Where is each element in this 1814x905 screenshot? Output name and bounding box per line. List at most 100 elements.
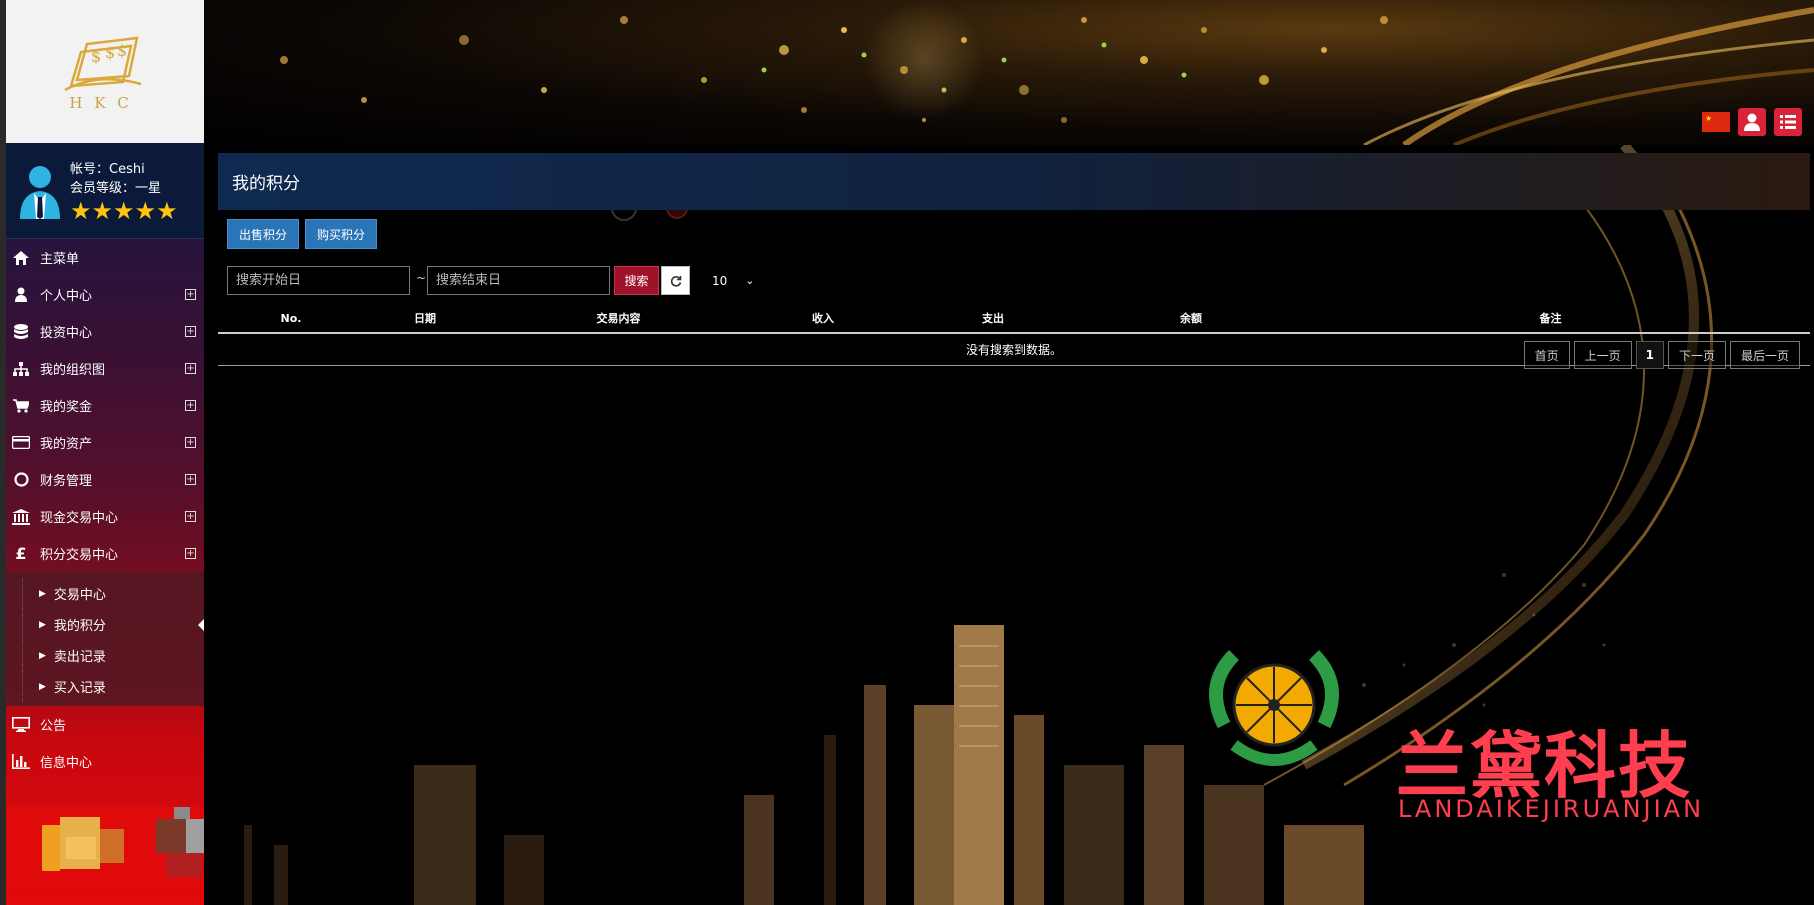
table-header-row: No. 日期 交易内容 收入 支出 余额 备注 bbox=[218, 304, 1810, 334]
nav-item-label: 我的资产 bbox=[40, 437, 93, 452]
column-header[interactable]: No. bbox=[218, 304, 364, 334]
pagination: 首页 上一页 1 下一页 最后一页 bbox=[1523, 341, 1800, 369]
end-date-input[interactable] bbox=[427, 266, 610, 295]
header-banner: ★ bbox=[204, 0, 1814, 145]
page-size-select[interactable]: 10 ⌄ bbox=[696, 266, 758, 295]
start-date-input[interactable] bbox=[227, 266, 410, 295]
nav-item-my-bonus[interactable]: 我的奖金 + bbox=[6, 387, 204, 424]
expand-icon[interactable]: + bbox=[185, 474, 196, 485]
nav-item-label: 我的奖金 bbox=[40, 400, 93, 415]
buy-points-button[interactable]: 购买积分 bbox=[305, 219, 378, 249]
expand-icon[interactable]: + bbox=[185, 548, 196, 559]
nav-item-investment-center[interactable]: 投资中心 + bbox=[6, 313, 204, 350]
nav-item-info-center[interactable]: 信息中心 bbox=[6, 743, 204, 780]
user-panel: 帐号：Ceshi 会员等级：一星 ★★★★★ bbox=[6, 143, 204, 239]
bank-icon bbox=[10, 508, 32, 526]
search-button[interactable]: 搜索 bbox=[614, 266, 659, 295]
nav-item-org-chart[interactable]: 我的组织图 + bbox=[6, 350, 204, 387]
svg-text:$: $ bbox=[91, 47, 101, 66]
nav-main-menu[interactable]: 主菜单 bbox=[6, 239, 204, 276]
user-icon bbox=[10, 286, 32, 304]
nav-item-label: 公告 bbox=[40, 719, 67, 734]
sub-item-trading-center[interactable]: ▶ 交易中心 bbox=[22, 578, 204, 609]
nav-item-points-trading[interactable]: £ 积分交易中心 + bbox=[6, 535, 204, 572]
expand-icon[interactable]: + bbox=[185, 400, 196, 411]
china-flag-icon[interactable]: ★ bbox=[1702, 108, 1730, 136]
caret-right-icon: ▶ bbox=[39, 650, 46, 661]
money-logo-icon: $ $ $ bbox=[64, 36, 142, 91]
sub-item-my-points[interactable]: ▶ 我的积分 bbox=[22, 609, 204, 640]
pound-icon: £ bbox=[15, 544, 27, 563]
sub-item-label: 卖出记录 bbox=[53, 650, 106, 665]
column-header[interactable]: 收入 bbox=[751, 304, 895, 334]
member-level-label: 会员等级：一星 bbox=[70, 180, 162, 196]
cart-icon bbox=[10, 397, 32, 415]
caret-right-icon: ▶ bbox=[39, 681, 46, 692]
sub-item-label: 买入记录 bbox=[53, 681, 106, 696]
current-page-button[interactable]: 1 bbox=[1635, 341, 1664, 369]
refresh-icon bbox=[670, 275, 681, 287]
nav-item-label: 财务管理 bbox=[40, 474, 93, 489]
menu-list-button[interactable] bbox=[1774, 108, 1802, 136]
avatar-icon bbox=[20, 165, 60, 219]
prev-page-button[interactable]: 上一页 bbox=[1573, 341, 1632, 369]
nav-item-my-assets[interactable]: 我的资产 + bbox=[6, 424, 204, 461]
nav-item-label: 我的组织图 bbox=[40, 363, 106, 378]
caret-right-icon: ▶ bbox=[39, 619, 46, 630]
sub-item-label: 我的积分 bbox=[53, 619, 106, 634]
last-page-button[interactable]: 最后一页 bbox=[1729, 341, 1800, 369]
nav-item-personal-center[interactable]: 个人中心 + bbox=[6, 276, 204, 313]
sub-item-sell-records[interactable]: ▶ 卖出记录 bbox=[22, 640, 204, 671]
sub-item-label: 交易中心 bbox=[53, 588, 106, 603]
nav-item-label: 现金交易中心 bbox=[40, 511, 119, 526]
circle-icon bbox=[10, 471, 32, 489]
column-header[interactable]: 支出 bbox=[895, 304, 1091, 334]
sidebar: $ $ $ HKC 帐号：Ceshi 会员等级：一星 ★★★★★ 主菜单 个人中… bbox=[0, 0, 204, 905]
database-icon bbox=[10, 323, 32, 341]
logo[interactable]: $ $ $ HKC bbox=[6, 0, 204, 143]
expand-icon[interactable]: + bbox=[185, 511, 196, 522]
profile-button[interactable] bbox=[1738, 108, 1766, 136]
page-title-bar: 我的积分 bbox=[218, 153, 1810, 210]
nav-item-cash-trading[interactable]: 现金交易中心 + bbox=[6, 498, 204, 535]
nav-item-announcement[interactable]: 公告 bbox=[6, 706, 204, 743]
credit-card-icon bbox=[10, 434, 32, 452]
expand-icon[interactable]: + bbox=[185, 363, 196, 374]
svg-text:$: $ bbox=[105, 43, 115, 62]
next-page-button[interactable]: 下一页 bbox=[1667, 341, 1726, 369]
date-range-separator: ~ bbox=[416, 271, 427, 285]
sub-item-buy-records[interactable]: ▶ 买入记录 bbox=[22, 671, 204, 702]
column-header[interactable]: 余额 bbox=[1091, 304, 1291, 334]
user-icon bbox=[1738, 108, 1766, 136]
watermark-subtitle: LANDAIKEJIRUANJIAN bbox=[1398, 795, 1705, 823]
expand-icon[interactable]: + bbox=[185, 437, 196, 448]
points-trading-submenu: ▶ 交易中心 ▶ 我的积分 ▶ 卖出记录 ▶ 买入记录 bbox=[6, 572, 204, 706]
svg-text:$: $ bbox=[117, 41, 127, 60]
chevron-down-icon: ⌄ bbox=[745, 274, 755, 287]
list-icon bbox=[1774, 108, 1802, 136]
pixelated-image bbox=[6, 807, 204, 891]
column-header[interactable]: 交易内容 bbox=[486, 304, 751, 334]
expand-icon[interactable]: + bbox=[185, 289, 196, 300]
svg-text:★: ★ bbox=[1705, 114, 1712, 123]
member-stars: ★★★★★ bbox=[70, 196, 178, 225]
page-size-value: 10 bbox=[712, 273, 728, 288]
expand-icon[interactable]: + bbox=[185, 326, 196, 337]
main-content: 我的积分 出售积分 购买积分 ~ 搜索 10 ⌄ No. 日期 交易内容 收入 … bbox=[204, 145, 1814, 905]
header-icons: ★ bbox=[1702, 108, 1802, 136]
monitor-icon bbox=[10, 716, 32, 734]
account-label: 帐号：Ceshi bbox=[70, 161, 145, 177]
nav-item-label: 投资中心 bbox=[40, 326, 93, 341]
nav-item-finance[interactable]: 财务管理 + bbox=[6, 461, 204, 498]
fireworks-background bbox=[280, 0, 1814, 145]
sitemap-icon bbox=[10, 360, 32, 378]
refresh-button[interactable] bbox=[661, 266, 690, 295]
nav-item-label: 个人中心 bbox=[40, 289, 93, 304]
logo-text: HKC bbox=[69, 93, 141, 112]
column-header[interactable]: 日期 bbox=[364, 304, 486, 334]
sell-points-button[interactable]: 出售积分 bbox=[227, 219, 300, 249]
first-page-button[interactable]: 首页 bbox=[1523, 341, 1570, 369]
page-title: 我的积分 bbox=[232, 174, 300, 194]
nav-item-label: 信息中心 bbox=[40, 756, 93, 771]
column-header[interactable]: 备注 bbox=[1291, 304, 1810, 334]
